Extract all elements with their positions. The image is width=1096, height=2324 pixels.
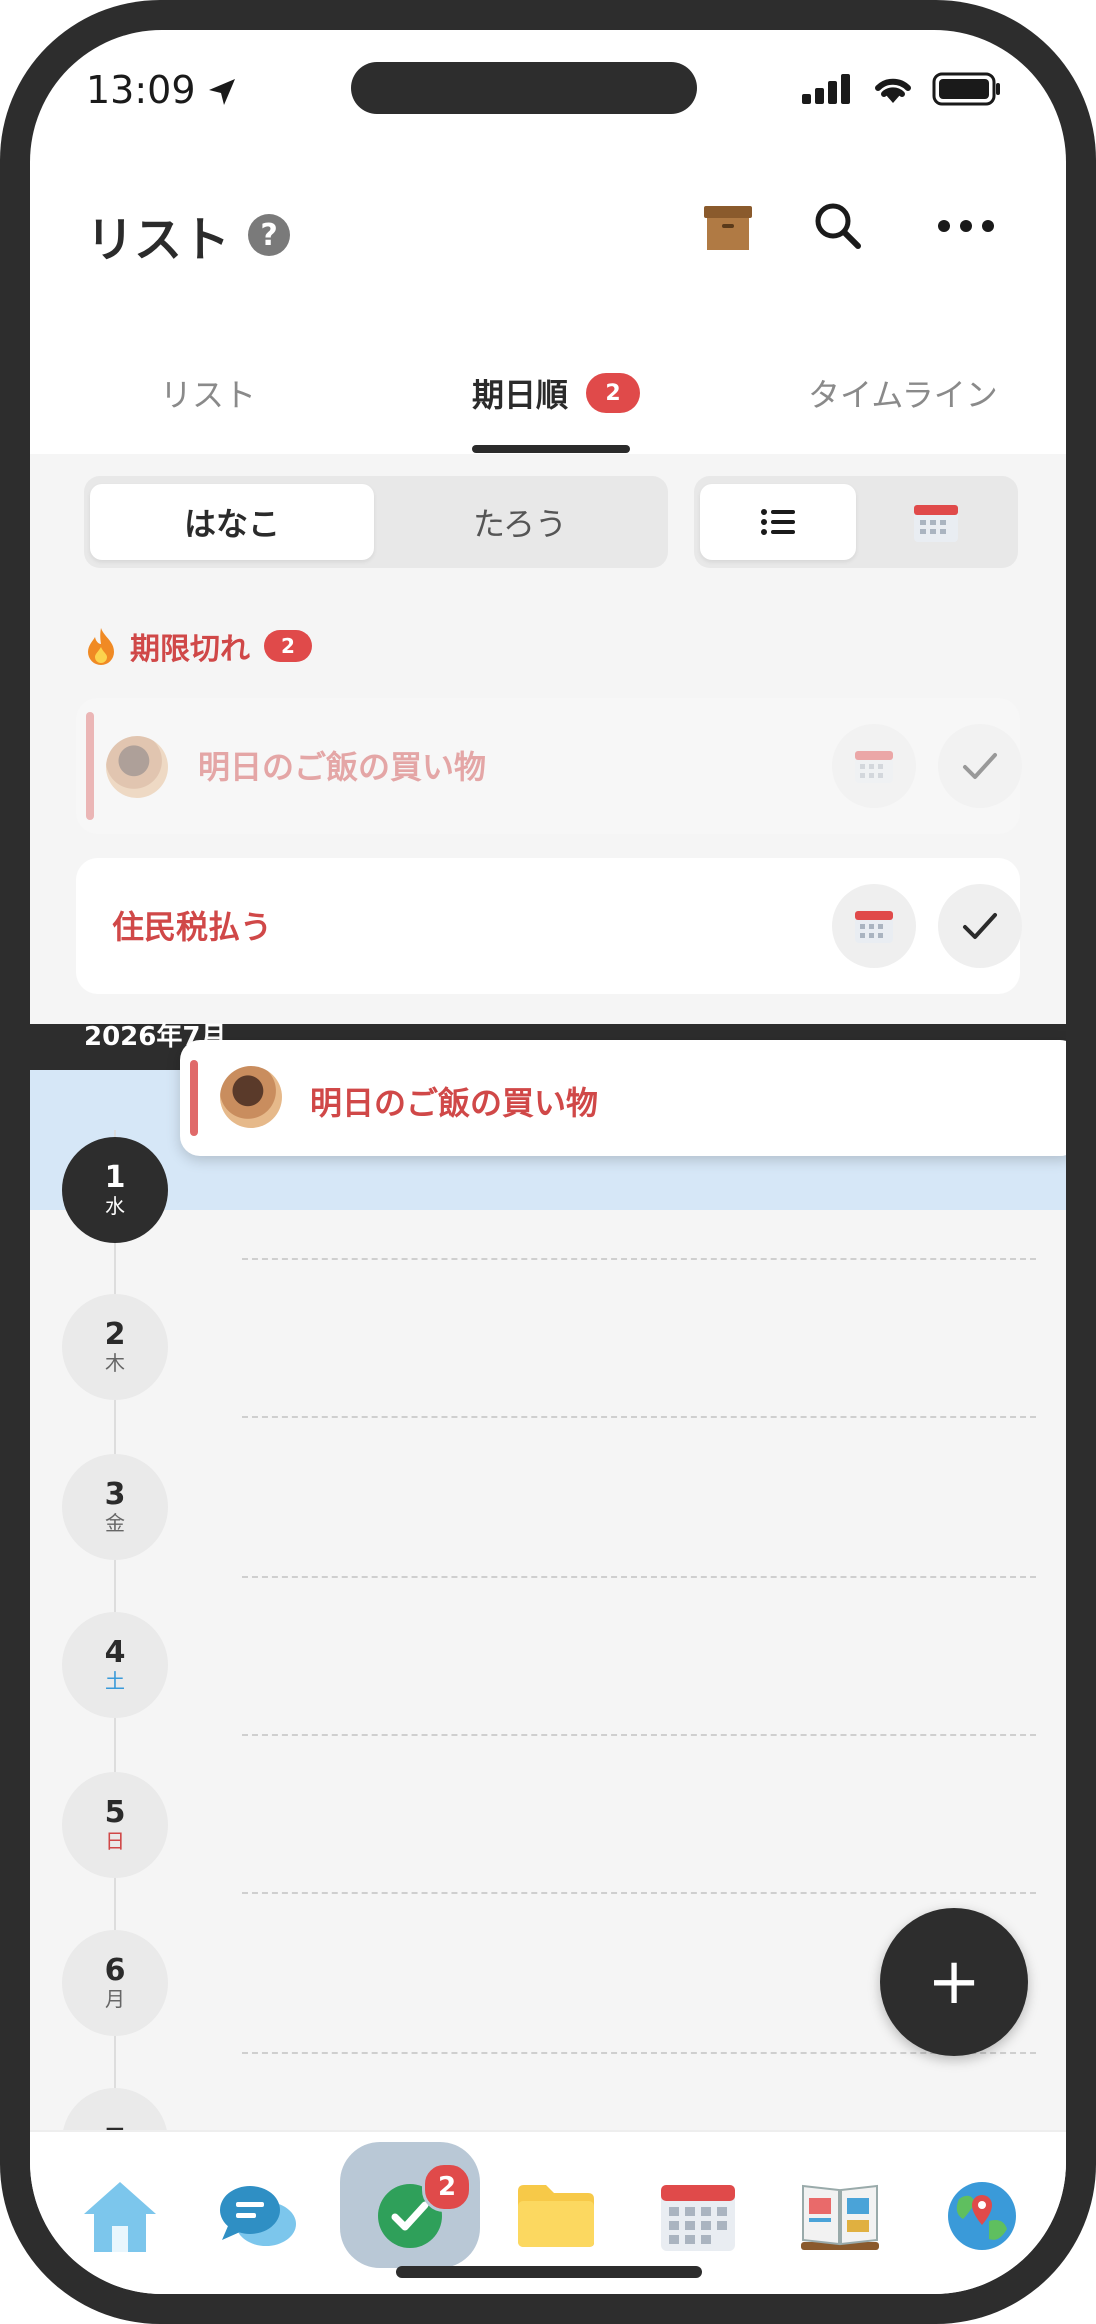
archive-box-icon[interactable] bbox=[700, 198, 756, 254]
status-time: 13:09 bbox=[86, 68, 196, 112]
page-title-text: リスト bbox=[86, 212, 231, 268]
dragging-task-card[interactable]: 明日のご飯の買い物 bbox=[180, 1040, 1066, 1156]
complete-button[interactable] bbox=[938, 724, 1022, 808]
home-icon bbox=[84, 2182, 156, 2252]
nav-map[interactable] bbox=[934, 2168, 1030, 2264]
overdue-title: 期限切れ bbox=[130, 632, 250, 667]
nav-home[interactable] bbox=[72, 2168, 168, 2264]
overdue-section: 期限切れ 2 明日のご飯の買い物 住民税払う bbox=[30, 594, 1066, 1024]
search-icon[interactable] bbox=[810, 198, 866, 254]
fire-icon bbox=[88, 628, 114, 665]
add-task-button[interactable]: + bbox=[880, 1908, 1028, 2056]
filter-row: はなこ たろう bbox=[30, 454, 1066, 594]
nav-todo[interactable]: 2 bbox=[362, 2162, 472, 2264]
phone-frame: 13:09 リスト ? リスト 期日順 2 タイムライン はなこ たろう 期限切… bbox=[0, 0, 1096, 2324]
day-bubble[interactable]: 5 日 bbox=[62, 1772, 168, 1878]
map-icon bbox=[948, 2182, 1016, 2250]
task-name: 明日のご飯の買い物 bbox=[198, 748, 487, 786]
todo-badge: 2 bbox=[422, 2162, 472, 2212]
active-tab-indicator bbox=[472, 445, 630, 453]
folder-icon bbox=[518, 2185, 594, 2247]
day-bubble[interactable]: 2 木 bbox=[62, 1294, 168, 1400]
day-weekday: 月 bbox=[105, 1987, 125, 2011]
calendar-icon bbox=[855, 751, 893, 783]
task-name: 住民税払う bbox=[112, 908, 273, 946]
status-right bbox=[802, 72, 1002, 106]
day-separator bbox=[242, 1892, 1036, 1894]
day-bubble[interactable]: 4 土 bbox=[62, 1612, 168, 1718]
check-icon bbox=[963, 753, 997, 779]
overdue-task-row[interactable]: 住民税払う bbox=[76, 858, 1022, 994]
day-weekday: 金 bbox=[105, 1511, 125, 1535]
chat-icon bbox=[220, 2186, 296, 2246]
nav-calendar[interactable] bbox=[650, 2168, 746, 2264]
day-separator bbox=[242, 2052, 1036, 2054]
page-title: リスト ? bbox=[86, 200, 291, 270]
list-view-button[interactable] bbox=[700, 484, 856, 560]
screen: 13:09 リスト ? リスト 期日順 2 タイムライン はなこ たろう 期限切… bbox=[30, 30, 1066, 2294]
segment-hanako[interactable]: はなこ bbox=[90, 484, 374, 560]
day-separator bbox=[242, 1258, 1036, 1260]
check-icon bbox=[963, 913, 997, 939]
more-icon[interactable] bbox=[936, 198, 996, 254]
task-color-bar bbox=[190, 1060, 198, 1136]
day-number: 2 bbox=[104, 1317, 126, 1352]
day-number: 3 bbox=[104, 1477, 126, 1512]
help-icon[interactable]: ? bbox=[248, 214, 291, 256]
battery-icon bbox=[932, 72, 1000, 106]
calendar-view-button[interactable] bbox=[858, 484, 1014, 560]
tab-due-date[interactable]: 期日順 2 bbox=[472, 370, 641, 416]
day-number: 5 bbox=[104, 1795, 126, 1830]
tab-due-date-badge: 2 bbox=[586, 373, 641, 413]
tab-list[interactable]: リスト bbox=[160, 370, 256, 416]
overdue-count-badge: 2 bbox=[264, 630, 312, 662]
album-icon bbox=[801, 2184, 879, 2250]
tab-timeline[interactable]: タイムライン bbox=[808, 370, 998, 416]
view-segment bbox=[694, 476, 1018, 568]
calendar-icon bbox=[855, 911, 893, 943]
task-name: 明日のご飯の買い物 bbox=[310, 1084, 599, 1122]
calendar-icon bbox=[661, 2185, 735, 2251]
overdue-header: 期限切れ 2 bbox=[86, 624, 312, 668]
avatar bbox=[106, 736, 168, 798]
plus-icon: + bbox=[927, 1945, 981, 2019]
nav-chat[interactable] bbox=[210, 2168, 306, 2264]
segment-taro[interactable]: たろう bbox=[378, 484, 662, 560]
set-date-button[interactable] bbox=[832, 884, 916, 968]
day-separator bbox=[242, 1576, 1036, 1578]
nav-album[interactable] bbox=[792, 2168, 888, 2264]
day-separator bbox=[242, 1734, 1036, 1736]
day-weekday: 木 bbox=[105, 1351, 125, 1375]
wifi-icon bbox=[875, 78, 911, 103]
day-weekday: 日 bbox=[105, 1829, 125, 1853]
tab-due-date-label: 期日順 bbox=[472, 376, 569, 414]
day-weekday: 水 bbox=[105, 1194, 125, 1218]
nav-files[interactable] bbox=[508, 2168, 604, 2264]
complete-button[interactable] bbox=[938, 884, 1022, 968]
day-bubble[interactable]: 6 月 bbox=[62, 1930, 168, 2036]
day-separator bbox=[242, 1416, 1036, 1418]
person-segment: はなこ たろう bbox=[84, 476, 668, 568]
list-view-icon bbox=[761, 509, 795, 535]
day-bubble[interactable]: 1 水 bbox=[62, 1137, 168, 1243]
dynamic-island bbox=[351, 62, 697, 114]
day-weekday: 土 bbox=[105, 1669, 125, 1693]
avatar bbox=[220, 1066, 282, 1128]
day-number: 6 bbox=[104, 1953, 126, 1988]
task-color-bar bbox=[86, 712, 94, 820]
tab-bar: リスト 期日順 2 タイムライン bbox=[30, 330, 1066, 456]
day-bubble[interactable]: 3 金 bbox=[62, 1454, 168, 1560]
day-number: 1 bbox=[104, 1160, 126, 1195]
home-indicator bbox=[396, 2266, 702, 2278]
day-bubble[interactable]: 7 bbox=[62, 2088, 168, 2130]
day-number: 4 bbox=[104, 1635, 126, 1670]
overdue-task-row[interactable]: 明日のご飯の買い物 bbox=[76, 698, 1022, 834]
set-date-button[interactable] bbox=[832, 724, 916, 808]
location-arrow-icon bbox=[209, 79, 235, 105]
cellular-signal-icon bbox=[802, 74, 850, 104]
calendar-view-icon bbox=[914, 505, 958, 542]
